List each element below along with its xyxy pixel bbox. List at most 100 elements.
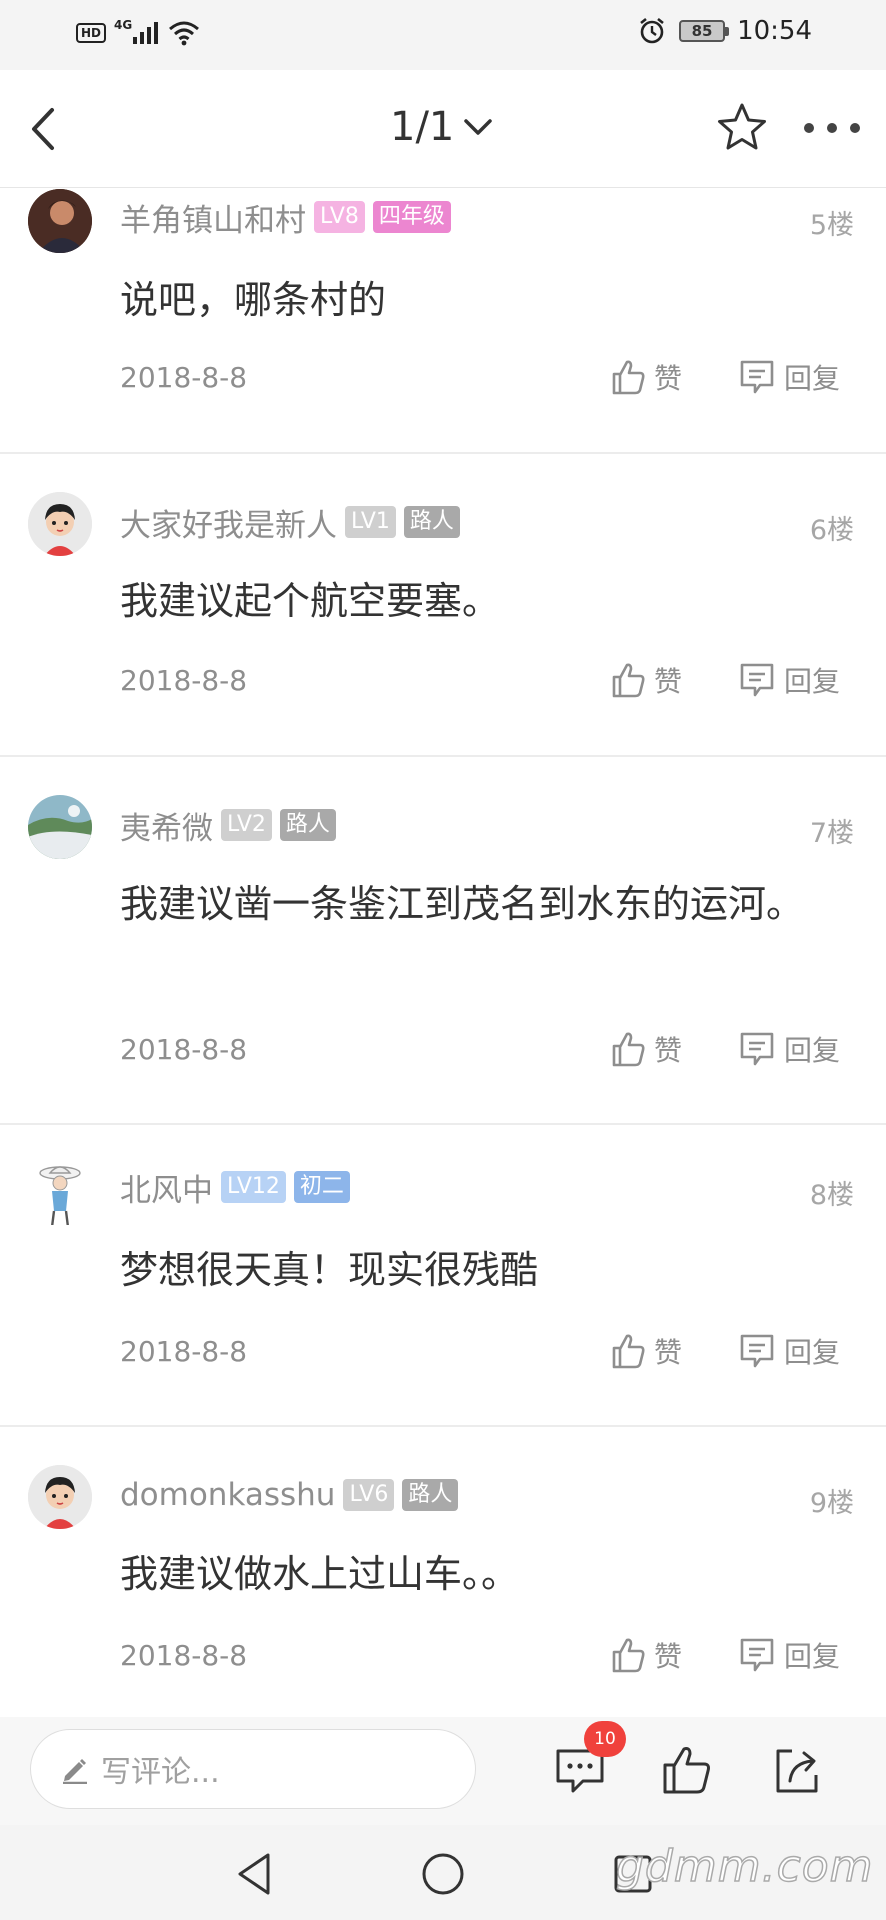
avatar[interactable] [28,1161,92,1225]
comment-text: 梦想很天真！现实很残酷 [120,1248,539,1292]
star-icon[interactable] [714,100,770,156]
back-icon[interactable] [20,102,70,156]
user-info: 大家好我是新人 LV1 路人 [120,500,460,545]
user-info: 夷希微 LV2 路人 [120,803,336,848]
comment-placeholder: 写评论... [101,1755,220,1790]
comment-text: 我建议凿一条鉴江到茂名到水东的运河。 [120,882,805,926]
thumbs-up-icon [612,1638,645,1673]
watermark: gdmm.com [615,1840,874,1893]
reply-button[interactable]: 回复 [738,660,840,700]
like-button[interactable]: 赞 [610,1331,682,1371]
level-badge: LV12 [221,1171,286,1203]
comment-count-badge: 10 [584,1721,626,1757]
comment-date: 2018-8-8 [120,361,248,394]
comment-date: 2018-8-8 [120,1335,248,1368]
comment-icon [740,1032,774,1066]
comment-icon [740,360,774,394]
avatar[interactable] [28,492,92,556]
comment-date: 2018-8-8 [120,1033,248,1066]
reply-label: 回复 [784,362,841,395]
page-indicator-label: 1/1 [390,104,455,150]
wifi-icon [169,21,200,46]
more-icon[interactable] [800,110,864,146]
thumbs-up-icon [612,663,645,698]
comment-item: 大家好我是新人 LV1 路人 6楼 我建议起个航空要塞。 2018-8-8 赞 … [0,454,886,754]
pencil-icon [63,1759,87,1784]
header: 1/1 [0,70,886,188]
username[interactable]: 夷希微 [120,803,213,848]
status-bar: HD 4G 85 10:54 [0,0,886,70]
username[interactable]: 羊角镇山和村 [120,195,306,240]
reply-label: 回复 [784,1336,841,1369]
alarm-icon [640,17,664,44]
username[interactable]: 北风中 [120,1165,213,1210]
comment-icon [740,663,774,697]
comment-item: 北风中 LV12 初二 8楼 梦想很天真！现实很残酷 2018-8-8 赞 回复 [0,1125,886,1425]
grade-badge: 四年级 [372,201,451,233]
level-badge: LV8 [314,201,365,233]
comment-text: 说吧，哪条村的 [120,278,387,322]
thumbs-up-icon [612,1032,645,1067]
comment-input[interactable]: 写评论... [30,1729,476,1809]
system-nav-bar: gdmm.com [0,1825,886,1920]
share-icon[interactable] [770,1743,824,1797]
hd-badge: HD [76,23,107,43]
level-badge: LV2 [221,809,272,841]
comment-bar: 写评论... 10 [0,1717,886,1825]
avatar[interactable] [28,795,92,859]
comment-item: 夷希微 LV2 路人 7楼 我建议凿一条鉴江到茂名到水东的运河。 2018-8-… [0,757,886,1123]
like-button[interactable]: 赞 [610,1635,682,1675]
comment-date: 2018-8-8 [120,1639,248,1672]
level-badge: LV6 [343,1479,395,1511]
nav-back-icon[interactable] [230,1849,280,1899]
floor-number: 5楼 [809,210,854,241]
like-label: 赞 [654,665,683,698]
comment-item: 羊角镇山和村 LV8 四年级 5楼 说吧，哪条村的 2018-8-8 赞 回复 [0,189,886,451]
page-indicator[interactable]: 1/1 [390,104,494,150]
floor-number: 6楼 [809,515,854,546]
thumbs-up-icon [612,1334,645,1369]
like-button[interactable]: 赞 [610,660,682,700]
avatar[interactable] [28,1465,92,1529]
floor-number: 9楼 [809,1488,854,1519]
comment-text: 我建议起个航空要塞。 [120,579,501,623]
grade-badge: 路人 [279,809,336,841]
like-label: 赞 [654,362,683,395]
user-info: 羊角镇山和村 LV8 四年级 [120,195,451,240]
reply-label: 回复 [784,1034,841,1067]
signal-icon [133,22,159,44]
status-right: 85 10:54 [637,16,812,46]
like-label: 赞 [654,1336,683,1369]
network-type: 4G [114,18,133,32]
battery-indicator: 85 [679,20,730,42]
chevron-down-icon [464,119,493,135]
reply-button[interactable]: 回复 [738,1029,840,1069]
comment-date: 2018-8-8 [120,664,248,697]
comment-icon [740,1334,774,1368]
reply-button[interactable]: 回复 [738,1331,840,1371]
grade-badge: 初二 [293,1171,350,1203]
reply-label: 回复 [784,665,841,698]
like-label: 赞 [654,1034,683,1067]
thumbs-up-icon[interactable] [660,1743,714,1797]
like-button[interactable]: 赞 [610,1029,682,1069]
user-info: 北风中 LV12 初二 [120,1165,350,1210]
floor-number: 8楼 [809,1180,854,1211]
reply-button[interactable]: 回复 [738,357,840,397]
comment-text: 我建议做水上过山车。。 [120,1552,520,1596]
floor-number: 7楼 [809,818,854,849]
comment-icon [740,1638,774,1672]
grade-badge: 路人 [402,1479,459,1511]
reply-button[interactable]: 回复 [738,1635,840,1675]
status-left: HD 4G [76,18,200,46]
username[interactable]: domonkasshu [120,1477,335,1513]
grade-badge: 路人 [403,506,460,538]
user-info: domonkasshu LV6 路人 [120,1475,459,1515]
avatar[interactable] [28,189,92,253]
like-button[interactable]: 赞 [610,357,682,397]
level-badge: LV1 [345,506,396,538]
clock: 10:54 [737,16,812,46]
reply-label: 回复 [784,1640,841,1673]
username[interactable]: 大家好我是新人 [120,500,337,545]
nav-home-icon[interactable] [418,1849,468,1899]
